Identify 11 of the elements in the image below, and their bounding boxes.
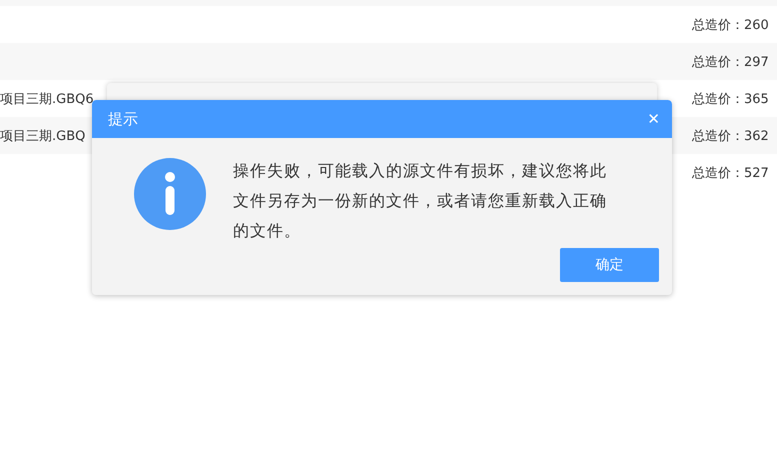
table-row[interactable]: 总造价：297 [0, 43, 777, 80]
info-icon [134, 158, 206, 230]
total-cost: 总造价：362 [692, 128, 770, 144]
total-cost: 总造价：297 [692, 54, 770, 70]
file-name: 项目三期.GBQ [0, 128, 86, 144]
table-row[interactable]: 总造价：260 [0, 6, 777, 43]
total-cost: 总造价：260 [692, 16, 770, 34]
error-message: 操作失败，可能载入的源文件有损坏，建议您将此文件另存为一份新的文件，或者请您重新载入正确的文件。 [233, 160, 608, 242]
file-name: 项目三期.GBQ6 [0, 90, 94, 108]
total-cost: 总造价：365 [692, 90, 770, 108]
dialog-title: 提示 [108, 110, 138, 128]
